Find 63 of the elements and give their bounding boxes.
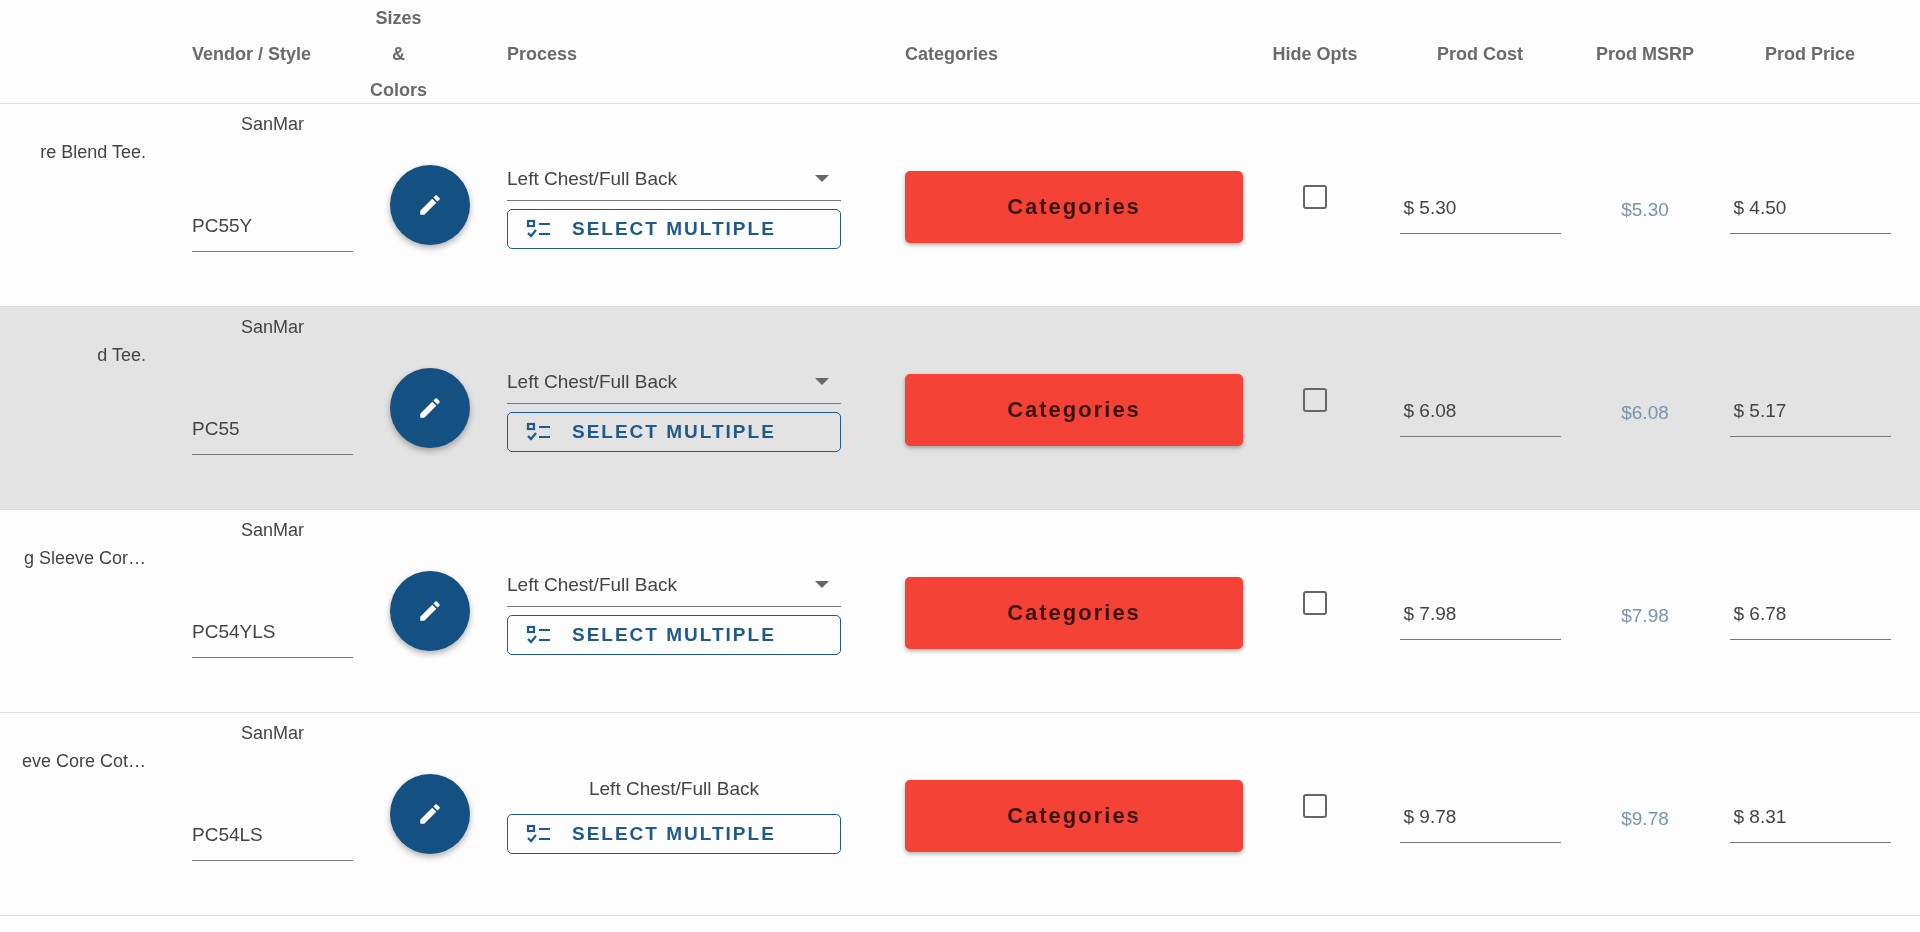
edit-button[interactable]: [390, 774, 470, 854]
checklist-icon: [526, 624, 552, 645]
msrp-value: $7.98: [1621, 605, 1669, 627]
checklist-icon: [526, 824, 552, 844]
column-header: Vendor / Style: [192, 43, 312, 65]
style-field[interactable]: PC54LS: [192, 818, 353, 861]
hide-options-checkbox[interactable]: [1303, 591, 1327, 615]
style-field[interactable]: PC55: [192, 412, 353, 455]
price-field[interactable]: $ 4.50: [1729, 190, 1891, 234]
product-description: d Tee.: [97, 345, 146, 366]
column-header: Prod MSRP: [1596, 43, 1694, 65]
cost-field[interactable]: $ 9.78: [1399, 799, 1561, 843]
select-multiple-button[interactable]: SELECT MULTIPLE: [507, 208, 841, 249]
pencil-icon: [417, 192, 443, 218]
dropdown-caret-icon: [815, 377, 829, 386]
pencil-icon: [417, 801, 443, 827]
vendor-name: SanMar: [240, 723, 305, 744]
edit-button[interactable]: [390, 165, 470, 245]
edit-button[interactable]: [390, 571, 470, 651]
column-header: Process: [507, 43, 578, 65]
product-description: g Sleeve Cor…: [23, 548, 146, 569]
vendor-name: SanMar: [240, 520, 305, 541]
categories-button[interactable]: Categories: [905, 171, 1243, 243]
style-field[interactable]: PC55Y: [192, 209, 353, 252]
pencil-icon: [417, 395, 443, 421]
style-field[interactable]: PC54YLS: [192, 615, 353, 658]
vendor-name: SanMar: [240, 317, 305, 338]
process-select[interactable]: Left Chest/Full Back: [507, 165, 841, 201]
pencil-icon: [417, 598, 443, 624]
product-description: eve Core Cot…: [21, 751, 146, 772]
price-field[interactable]: $ 5.17: [1729, 393, 1891, 437]
msrp-value: $9.78: [1621, 808, 1669, 830]
price-field[interactable]: $ 8.31: [1729, 799, 1891, 843]
hide-options-checkbox[interactable]: [1303, 388, 1327, 412]
vendor-name: SanMar: [240, 114, 305, 135]
column-header: Categories: [905, 43, 999, 65]
hide-options-checkbox[interactable]: [1303, 794, 1327, 818]
select-multiple-button[interactable]: SELECT MULTIPLE: [507, 814, 841, 854]
process-select[interactable]: Left Chest/Full Back: [507, 571, 841, 607]
column-header: Hide Opts: [1272, 43, 1358, 65]
checklist-icon: [526, 421, 552, 442]
process-text: Left Chest/Full Back: [588, 778, 760, 801]
dropdown-caret-icon: [815, 174, 829, 183]
process-select[interactable]: Left Chest/Full Back: [507, 368, 841, 404]
hide-options-checkbox[interactable]: [1303, 185, 1327, 209]
categories-button[interactable]: Categories: [905, 780, 1243, 852]
cost-field[interactable]: $ 5.30: [1399, 190, 1561, 234]
column-header: Prod Price: [1764, 43, 1855, 65]
column-header: Sizes & Colors: [370, 7, 427, 102]
cost-field[interactable]: $ 6.08: [1399, 393, 1561, 437]
price-field[interactable]: $ 6.78: [1729, 596, 1891, 640]
product-description: re Blend Tee.: [40, 142, 146, 163]
msrp-value: $6.08: [1621, 402, 1669, 424]
select-multiple-button[interactable]: SELECT MULTIPLE: [507, 411, 841, 452]
categories-button[interactable]: Categories: [905, 577, 1243, 649]
cost-field[interactable]: $ 7.98: [1399, 596, 1561, 640]
checklist-icon: [526, 218, 552, 239]
select-multiple-button[interactable]: SELECT MULTIPLE: [507, 614, 841, 655]
msrp-value: $5.30: [1621, 199, 1669, 221]
dropdown-caret-icon: [815, 580, 829, 589]
column-header: Prod Cost: [1437, 43, 1523, 65]
edit-button[interactable]: [390, 368, 470, 448]
categories-button[interactable]: Categories: [905, 374, 1243, 446]
